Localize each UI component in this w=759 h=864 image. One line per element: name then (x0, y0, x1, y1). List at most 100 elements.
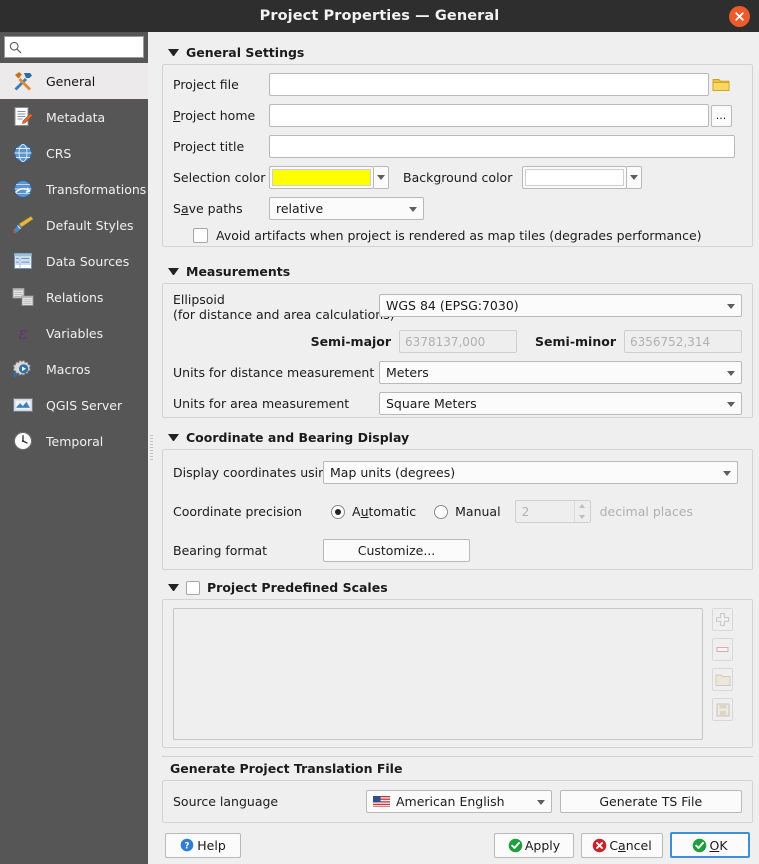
save-paths-combo[interactable]: relative (269, 197, 424, 220)
add-scale-button[interactable] (712, 608, 733, 631)
sidebar-item-general[interactable]: General (0, 63, 148, 99)
area-units-value: Square Meters (386, 396, 477, 411)
general-settings-header[interactable]: General Settings (168, 45, 753, 60)
sidebar-item-default-styles[interactable]: Default Styles (0, 207, 148, 243)
distance-units-combo[interactable]: Meters (379, 361, 742, 384)
precision-manual-label: Manual (455, 504, 501, 519)
paintbrush-icon (10, 212, 36, 238)
project-home-browse-button[interactable]: ... (709, 104, 733, 127)
project-home-input[interactable] (269, 104, 709, 127)
folder-icon (715, 674, 730, 686)
search-icon (9, 41, 22, 53)
ellipsoid-combo[interactable]: WGS 84 (EPSG:7030) (379, 294, 742, 317)
folder-icon (712, 79, 730, 91)
generate-ts-file-button[interactable]: Generate TS File (559, 790, 742, 813)
project-title-input[interactable] (269, 135, 735, 158)
chevron-up-icon (579, 504, 586, 509)
help-button[interactable]: ? Help (165, 832, 241, 858)
us-flag-icon (372, 796, 390, 807)
project-home-browse-label[interactable]: ... (710, 104, 732, 127)
precision-automatic-label: Automatic (352, 504, 417, 519)
gear-play-icon (10, 356, 36, 382)
apply-button[interactable]: Apply (494, 832, 574, 858)
selection-color-dropdown[interactable] (374, 166, 389, 189)
coordinate-display-title: Coordinate and Bearing Display (186, 430, 410, 445)
sidebar-item-relations[interactable]: Relations (0, 279, 148, 315)
open-scales-button[interactable] (712, 668, 733, 691)
cancel-button[interactable]: Cancel (581, 832, 663, 858)
sidebar-item-label: Temporal (46, 433, 104, 449)
coordinate-display-group: Display coordinates using Map units (deg… (162, 449, 753, 570)
ok-button[interactable]: OK (670, 832, 750, 858)
predefined-scales-list[interactable] (173, 608, 703, 740)
translation-group: Source language American English Generat… (162, 780, 753, 823)
project-title-label: Project title (173, 139, 245, 154)
precision-automatic-radio[interactable] (331, 504, 345, 519)
source-language-combo[interactable]: American English (365, 790, 552, 813)
title-bar: Project Properties — General (0, 0, 759, 32)
chevron-down-icon (168, 268, 179, 275)
chevron-down-icon (630, 175, 639, 180)
minus-icon (716, 647, 729, 652)
background-color-dropdown[interactable] (627, 166, 643, 189)
predefined-scales-header[interactable]: Project Predefined Scales (168, 580, 753, 595)
semi-minor-label: Semi-minor (535, 334, 616, 349)
distance-units-label: Units for distance measurement (173, 365, 375, 380)
sidebar-item-crs[interactable]: CRS (0, 135, 148, 171)
avoid-artifacts-label: Avoid artifacts when project is rendered… (216, 228, 702, 243)
bearing-customize-button[interactable]: Customize... (323, 539, 470, 562)
sidebar-item-variables[interactable]: ε Variables (0, 315, 148, 351)
chevron-down-icon (727, 401, 735, 407)
two-tables-icon (10, 284, 36, 310)
sidebar-nav-list: General Metadata CRS Transformations Def… (0, 63, 148, 459)
cancel-button-label: Cancel (609, 837, 652, 853)
plus-icon (716, 613, 729, 626)
display-coordinates-combo[interactable]: Map units (degrees) (323, 461, 738, 484)
sidebar-item-label: Default Styles (46, 217, 134, 233)
sidebar-item-qgis-server[interactable]: QGIS Server (0, 387, 148, 423)
sidebar-item-label: QGIS Server (46, 397, 123, 413)
measurements-header[interactable]: Measurements (168, 264, 753, 279)
sidebar-item-metadata[interactable]: Metadata (0, 99, 148, 135)
measurements-title: Measurements (186, 264, 291, 279)
sidebar-search[interactable] (4, 36, 144, 58)
semi-major-label: Semi-major (310, 334, 392, 349)
search-input[interactable] (25, 39, 137, 55)
translation-title: Generate Project Translation File (170, 761, 403, 776)
avoid-artifacts-checkbox[interactable] (193, 228, 208, 243)
sidebar-item-macros[interactable]: Macros (0, 351, 148, 387)
check-circle-icon (508, 838, 523, 852)
spinbox-up-button (575, 501, 590, 512)
display-coordinates-label: Display coordinates using (173, 465, 334, 480)
decimal-places-suffix: decimal places (599, 504, 693, 519)
remove-scale-button[interactable] (712, 638, 733, 661)
document-pencil-icon (10, 104, 36, 130)
coordinate-display-header[interactable]: Coordinate and Bearing Display (168, 430, 753, 445)
predefined-scales-checkbox[interactable] (186, 580, 200, 595)
chevron-down-icon (727, 303, 735, 309)
area-units-combo[interactable]: Square Meters (379, 392, 742, 415)
ellipsoid-label-line2: (for distance and area calculations) (173, 307, 395, 322)
close-window-button[interactable] (729, 6, 750, 27)
project-file-label: Project file (173, 77, 239, 92)
sidebar-item-label: Transformations (46, 181, 147, 197)
help-circle-icon: ? (180, 838, 194, 851)
sidebar-splitter[interactable] (148, 32, 156, 864)
general-settings-title: General Settings (186, 45, 305, 60)
sidebar-item-label: General (46, 73, 96, 89)
predefined-scales-group (162, 599, 753, 748)
project-file-browse-button[interactable] (709, 77, 733, 92)
sidebar-item-temporal[interactable]: Temporal (0, 423, 148, 459)
semi-minor-input (624, 330, 742, 353)
sidebar-item-transformations[interactable]: Transformations (0, 171, 148, 207)
save-scales-button[interactable] (712, 698, 733, 721)
precision-manual-radio[interactable] (434, 504, 449, 519)
area-units-label: Units for area measurement (173, 396, 350, 411)
sidebar-item-data-sources[interactable]: Data Sources (0, 243, 148, 279)
project-file-input[interactable] (269, 73, 709, 96)
selection-color-swatch (272, 169, 371, 186)
svg-text:ε: ε (18, 324, 27, 344)
selection-color-button[interactable] (269, 166, 374, 189)
settings-panel: General Settings Project file Project ho… (156, 32, 759, 864)
background-color-button[interactable] (522, 166, 628, 189)
